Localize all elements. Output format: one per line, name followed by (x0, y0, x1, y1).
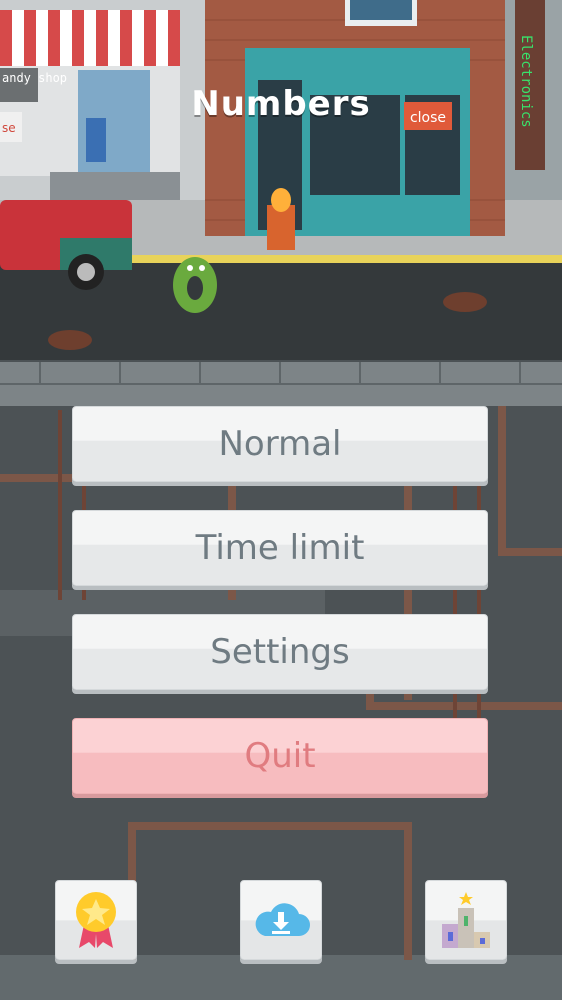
podium-icon (442, 892, 490, 948)
normal-mode-button[interactable]: Normal (72, 406, 488, 482)
achievements-button[interactable] (55, 880, 137, 960)
candy-shop-sign-text: andy shop (2, 71, 67, 85)
candy-shop-awning (0, 10, 180, 66)
cloud-download-icon (255, 903, 310, 936)
quit-button[interactable]: Quit (72, 718, 488, 794)
game-title: Numbers (191, 84, 371, 124)
medal-star-icon (76, 892, 116, 948)
settings-button[interactable]: Settings (72, 614, 488, 690)
leaderboard-button[interactable] (425, 880, 507, 960)
cloud-save-button[interactable] (240, 880, 322, 960)
donut-character (173, 257, 217, 313)
background-scene: andy shop se close Electronics (0, 0, 562, 1000)
time-limit-mode-button[interactable]: Time limit (72, 510, 488, 586)
